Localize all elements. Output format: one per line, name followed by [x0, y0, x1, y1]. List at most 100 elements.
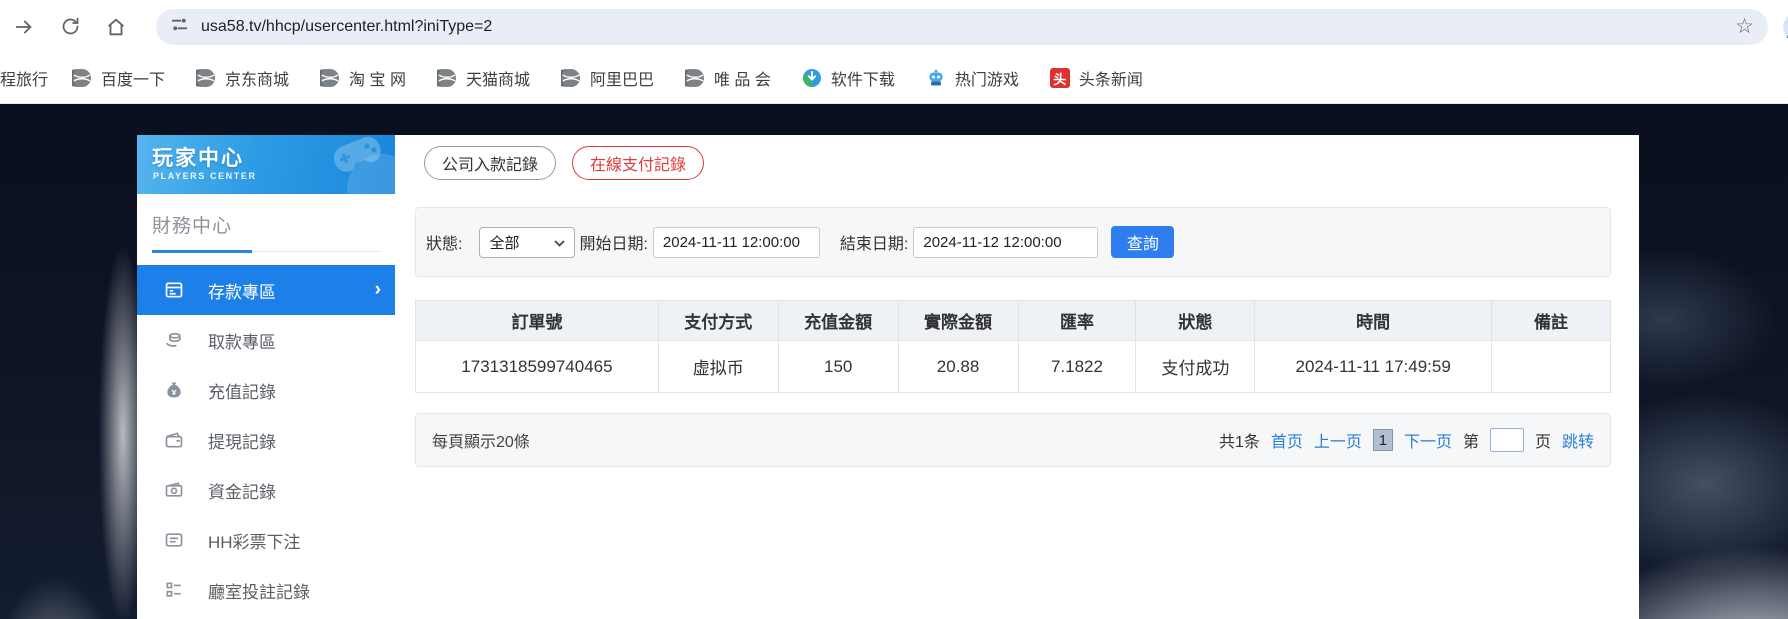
page-suffix-text: 页 [1534, 434, 1551, 451]
pagination-controls: 共1条 首页 上一页 1 下一页 第 页 跳转 [1219, 428, 1594, 452]
bookmark-item[interactable]: 京东商城 [196, 66, 289, 90]
globe-icon [436, 68, 457, 88]
start-date-label: 開始日期: [579, 236, 648, 253]
hot-games-robot-icon [926, 68, 946, 88]
bookmark-item[interactable]: 百度一下 [72, 66, 165, 90]
header-time: 時間 [1254, 300, 1492, 341]
sidebar-item-label: 資金記錄 [208, 482, 276, 502]
table-row: 1731318599740465 虚拟币 150 20.88 7.1822 支付… [415, 340, 1611, 393]
bookmark-item[interactable]: 淘 宝 网 [320, 66, 406, 90]
sidebar-item-hh-lottery-bets[interactable]: HH彩票下注 [137, 515, 395, 565]
url-bar[interactable]: usa58.tv/hhcp/usercenter.html?iniType=2 … [156, 8, 1768, 45]
page-size-text: 每頁顯示20條 [432, 434, 530, 451]
sidebar-item-recharge-records[interactable]: 充值記錄 [137, 365, 395, 415]
cell-time: 2024-11-11 17:49:59 [1254, 340, 1492, 393]
header-remark: 備註 [1491, 300, 1611, 341]
moneybag-icon [163, 379, 185, 401]
current-page-badge: 1 [1372, 429, 1393, 451]
bookmark-label: 淘 宝 网 [349, 72, 406, 89]
record-tabs: 公司入款記錄 在線支付記錄 [424, 146, 705, 180]
main-content: 公司入款記錄 在線支付記錄 狀態: 全部 開始日期: 結束日期: 查詢 [395, 135, 1639, 619]
cell-recharge-amount: 150 [777, 340, 899, 393]
prev-page-link[interactable]: 上一页 [1314, 428, 1362, 452]
chevron-right-icon: › [374, 279, 381, 300]
checklist-icon [163, 579, 185, 601]
cell-pay-method: 虚拟币 [657, 340, 779, 393]
bookmark-label: 京东商城 [225, 72, 290, 89]
first-page-link[interactable]: 首页 [1271, 428, 1303, 452]
bookmark-label: 阿里巴巴 [589, 72, 654, 89]
cell-remark [1491, 340, 1611, 393]
profile-avatar[interactable] [1782, 12, 1788, 42]
globe-icon [684, 68, 705, 88]
software-download-icon [802, 68, 822, 88]
filter-bar: 狀態: 全部 開始日期: 結束日期: 查詢 [415, 207, 1611, 277]
bookmark-item[interactable]: 程旅行 [0, 66, 48, 90]
pagination-bar: 每頁顯示20條 共1条 首页 上一页 1 下一页 第 页 跳转 [415, 413, 1611, 467]
toutiao-icon: 头 [1049, 68, 1070, 88]
table-header-row: 訂單號 支付方式 充值金額 實際金額 匯率 狀態 時間 備註 [415, 300, 1611, 341]
sidebar-menu: 存款專區 › 取款專區 充值記錄 提現記錄 資金記錄 HH彩票下注 廳室投註記錄 [137, 265, 395, 615]
reload-icon[interactable] [58, 15, 82, 39]
status-select[interactable]: 全部 [479, 226, 576, 258]
sidebar-item-label: 存款專區 [208, 282, 276, 302]
bookmark-item[interactable]: 软件下载 [802, 66, 895, 90]
start-date-input[interactable] [652, 226, 820, 258]
content-panel: 玩家中心 PLAYERS CENTER 財務中心 存款專區 › 取款專區 充值記… [137, 135, 1639, 619]
total-count-text: 共1条 [1219, 434, 1260, 451]
search-button[interactable]: 查詢 [1111, 226, 1175, 258]
sidebar-item-label: HH彩票下注 [208, 532, 301, 552]
sidebar-item-funds-records[interactable]: 資金記錄 [137, 465, 395, 515]
end-date-input[interactable] [913, 226, 1099, 258]
players-center-subtitle: PLAYERS CENTER [153, 171, 257, 181]
sidebar-item-withdraw-zone[interactable]: 取款專區 [137, 315, 395, 365]
players-center-title: 玩家中心 [152, 147, 244, 170]
header-pay-method: 支付方式 [657, 300, 779, 341]
url-text[interactable]: usa58.tv/hhcp/usercenter.html?iniType=2 [201, 18, 1735, 36]
bookmarks-bar: 程旅行 百度一下 京东商城 淘 宝 网 天猫商城 阿里巴巴 唯 品 会 软件下载… [0, 53, 1788, 104]
globe-icon [560, 68, 581, 88]
bookmark-label: 头条新闻 [1078, 72, 1143, 89]
wallet-icon [163, 429, 185, 451]
bookmark-label: 百度一下 [101, 72, 166, 89]
header-actual-amount: 實際金額 [897, 300, 1018, 341]
sidebar-item-withdrawal-records[interactable]: 提現記錄 [137, 415, 395, 465]
bookmark-item[interactable]: 阿里巴巴 [560, 66, 654, 90]
bookmark-star-icon[interactable]: ☆ [1735, 16, 1754, 37]
header-recharge-amount: 充值金額 [777, 300, 899, 341]
home-icon[interactable] [104, 15, 128, 39]
tab-company-deposit-records[interactable]: 公司入款記錄 [424, 146, 557, 180]
sidebar-item-label: 充值記錄 [208, 382, 276, 402]
jump-link[interactable]: 跳转 [1562, 428, 1594, 452]
screen: usa58.tv/hhcp/usercenter.html?iniType=2 … [0, 0, 1788, 619]
bookmark-item[interactable]: 唯 品 会 [684, 66, 771, 90]
bookmark-item[interactable]: 头 头条新闻 [1049, 66, 1143, 90]
bookmark-label: 唯 品 会 [713, 72, 771, 89]
sidebar-item-deposit-zone[interactable]: 存款專區 › [137, 265, 395, 315]
cell-status: 支付成功 [1135, 340, 1255, 393]
globe-icon [196, 68, 216, 88]
sidebar-item-label: 提現記錄 [208, 432, 276, 452]
site-info-icon[interactable] [170, 15, 189, 39]
withdraw-hand-icon [163, 329, 185, 351]
header-status: 狀態 [1135, 300, 1255, 341]
cell-actual-amount: 20.88 [897, 340, 1018, 393]
globe-icon [320, 68, 340, 88]
end-date-label: 結束日期: [839, 236, 909, 253]
status-select-value: 全部 [489, 234, 520, 252]
next-page-link[interactable]: 下一页 [1404, 428, 1452, 452]
sidebar-item-label: 廳室投註記錄 [208, 582, 310, 602]
status-label: 狀態: [426, 236, 463, 253]
bookmark-item[interactable]: 热门游戏 [926, 66, 1019, 90]
chevron-down-icon [554, 234, 566, 251]
page-prefix-text: 第 [1462, 434, 1479, 451]
sidebar-item-hall-bet-records[interactable]: 廳室投註記錄 [137, 565, 395, 615]
tab-online-payment-records[interactable]: 在線支付記錄 [572, 146, 705, 180]
bookmark-item[interactable]: 天猫商城 [436, 66, 530, 90]
deposit-card-icon [163, 279, 185, 301]
page-jump-input[interactable] [1489, 428, 1524, 452]
header-exchange-rate: 匯率 [1017, 300, 1136, 341]
list-icon [163, 529, 185, 551]
forward-icon[interactable] [12, 15, 36, 39]
finance-center-heading: 財務中心 [152, 211, 380, 253]
